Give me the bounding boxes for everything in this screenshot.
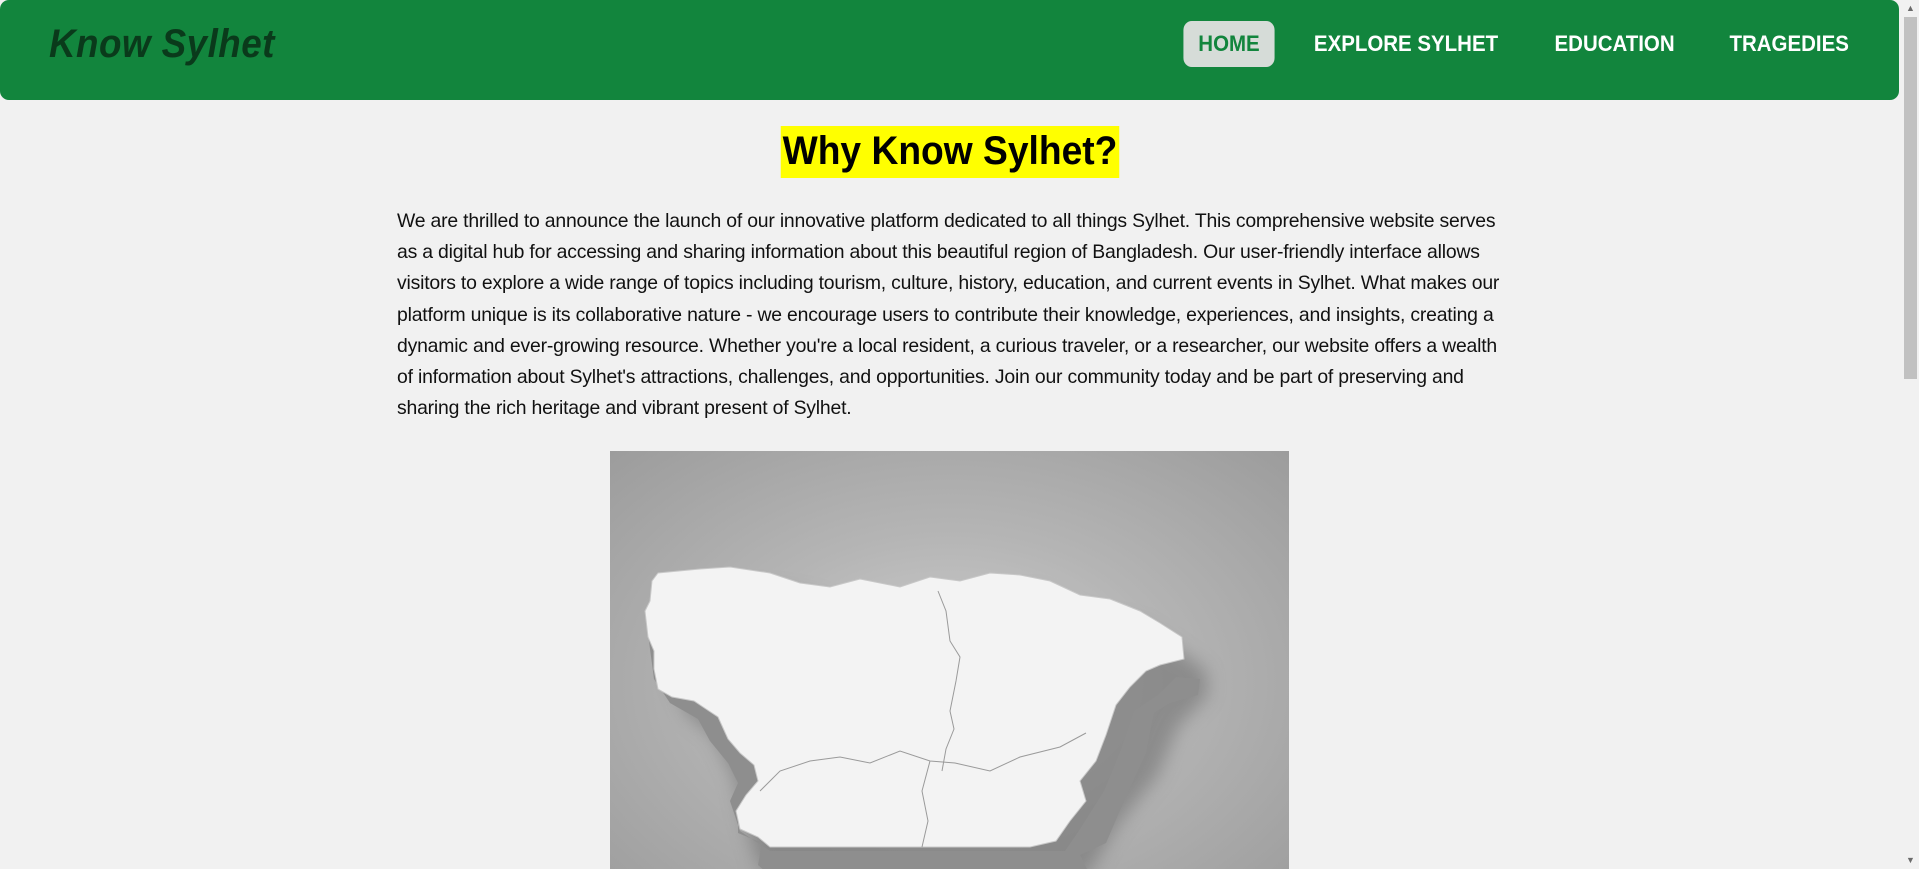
main-nav: HOME EXPLORE SYLHET EDUCATION TRAGEDIES xyxy=(1167,20,1869,68)
nav-tragedies-link[interactable]: TRAGEDIES xyxy=(1714,21,1863,67)
intro-paragraph: We are thrilled to announce the launch o… xyxy=(397,210,1500,420)
scroll-down-arrow-icon[interactable]: ▼ xyxy=(1902,852,1919,869)
page-heading: Why Know Sylhet? xyxy=(0,126,1899,178)
navbar: Know Sylhet HOME EXPLORE SYLHET EDUCATIO… xyxy=(0,0,1899,100)
sylhet-map-image xyxy=(610,451,1289,869)
nav-education-link[interactable]: EDUCATION xyxy=(1540,21,1690,67)
sylhet-map-graphic xyxy=(644,566,1208,869)
nav-explore-sylhet-link[interactable]: EXPLORE SYLHET xyxy=(1299,21,1513,67)
site-logo-title[interactable]: Know Sylhet xyxy=(49,22,275,67)
page-heading-text: Why Know Sylhet? xyxy=(780,126,1119,178)
nav-home-link[interactable]: HOME xyxy=(1183,21,1276,67)
vertical-scrollbar[interactable]: ▲ ▼ xyxy=(1902,0,1919,869)
scrollbar-thumb[interactable] xyxy=(1904,17,1917,379)
page: Know Sylhet HOME EXPLORE SYLHET EDUCATIO… xyxy=(0,0,1919,869)
scroll-up-arrow-icon[interactable]: ▲ xyxy=(1902,0,1919,17)
